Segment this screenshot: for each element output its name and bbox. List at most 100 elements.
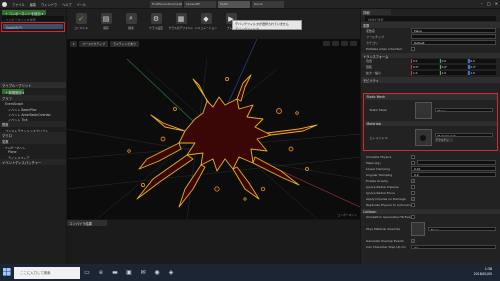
simulate-button[interactable]: ◆ シミュレーション [194, 11, 218, 37]
phys-material-thumbnail[interactable] [411, 222, 425, 236]
details-search-input[interactable]: 詳細を検索 [365, 16, 496, 21]
tab-decal[interactable]: Decal [252, 1, 284, 8]
rotation-x-field[interactable]: 0.0° [411, 64, 439, 70]
find-label: 検索 [128, 26, 134, 30]
simulate-physics-checkbox[interactable] [411, 154, 415, 159]
apply-impulse-checkbox[interactable]: ✓ [411, 196, 415, 201]
category-field[interactable]: Default [411, 40, 496, 45]
static-mesh-dropdown[interactable]: Plane [434, 107, 493, 113]
close-icon[interactable]: ✕ [495, 1, 498, 6]
add-new-button[interactable]: + 新規追加 ▾ [2, 89, 24, 95]
material-thumbnail[interactable] [414, 129, 432, 146]
collision-label: Phys Material Override [366, 227, 401, 231]
tab-spawn-bp[interactable]: SpawnBP [184, 1, 216, 8]
component-search-input[interactable]: コンポーネントを検索 [2, 16, 64, 21]
menu-file[interactable]: ファイル [12, 2, 25, 7]
tab-splat[interactable]: Splat [218, 1, 250, 8]
snap-button[interactable] [350, 41, 357, 46]
toolbar: ✓ コンパイル ▤ 保存 ⌕ 検索 ⚙ クラス設定 ▦ クラスのデフォルト ◆ シミュレーシ… [67, 9, 360, 39]
material-sub-button[interactable]: テクスチャ [434, 138, 453, 143]
editable-checkbox[interactable] [411, 46, 415, 51]
windows-start-icon[interactable] [3, 268, 11, 276]
store-icon[interactable]: ▣ [122, 266, 136, 280]
phys-material-dropdown[interactable]: None [428, 226, 496, 232]
material-row: エレメント 0 M_Splat_Inst テクスチャ [365, 126, 497, 149]
physics-label: Simulate Physics [366, 154, 392, 159]
tooltip-field[interactable] [411, 34, 496, 39]
rotation-z-field[interactable]: 0.0° [468, 64, 497, 70]
ignore-radial-force-checkbox[interactable] [411, 190, 415, 195]
component-item-self[interactable]: Splat(自己) [3, 24, 63, 29]
taskbar-clock[interactable]: 1:38 2018/01/05 [474, 267, 492, 277]
debug-filter-dropdown[interactable]: デバッグフィルタが選択されていません デバッグフィルタ [232, 20, 302, 31]
hit-events-checkbox[interactable] [411, 215, 415, 219]
viewport[interactable]: ▾ パースペクティブ ライティングあり コンポーネント [67, 39, 360, 219]
defaults-icon: ▦ [175, 13, 187, 24]
menu-edit[interactable]: 編集 [30, 2, 36, 7]
scale-y-field[interactable]: 1.0 [439, 70, 468, 76]
mass-checkbox[interactable] [411, 160, 415, 165]
class-defaults-button[interactable]: ▦ クラスのデフォルト [168, 11, 194, 37]
step-up-dropdown[interactable]: Yes [411, 244, 496, 250]
mass-field[interactable] [417, 160, 496, 165]
variable-name-field[interactable]: Plane [411, 28, 496, 33]
enable-gravity-checkbox[interactable]: ✓ [411, 178, 415, 183]
snap-button[interactable] [323, 41, 330, 46]
angular-damping-field[interactable]: 0.0 [411, 172, 496, 177]
overlap-events-checkbox[interactable]: ✓ [411, 239, 415, 243]
linear-damping-field[interactable]: 0.01 [411, 166, 496, 171]
find-button[interactable]: ⌕ 検索 [119, 11, 143, 37]
mail-icon[interactable]: ✉ [136, 266, 150, 280]
menu-help[interactable]: ヘルプ [62, 2, 72, 7]
snap-button[interactable] [341, 41, 348, 46]
compile-label: コンパイル [74, 26, 88, 30]
debug-filter-label: デバッグフィルタ [235, 27, 259, 31]
menu-window[interactable]: ウィンドウ [41, 2, 57, 7]
details-header[interactable]: 詳細 [361, 9, 391, 15]
mesh-thumbnail[interactable] [414, 101, 432, 119]
simulate-label: シミュレーション [194, 26, 218, 30]
static-mesh-label: Static Mesh [369, 108, 387, 112]
component-tree-space [0, 33, 66, 82]
ue-logo-icon[interactable] [2, 1, 7, 7]
physics-label: Mass (kg) [366, 160, 381, 165]
rotation-y-field[interactable]: 0.0° [439, 64, 468, 70]
collision-row: Can Character Step Up On Yes [361, 244, 500, 250]
physics-label: Angular Damping [366, 172, 393, 177]
edge-icon[interactable]: e [94, 266, 108, 280]
clock-date: 2018/01/05 [473, 272, 492, 276]
save-button[interactable]: ▤ 保存 [94, 11, 118, 37]
tab-first-person-map[interactable]: FirstPersonExampleMap [150, 1, 182, 8]
ignore-radial-impulse-checkbox[interactable] [411, 184, 415, 189]
location-z-field[interactable]: 0.0 [468, 58, 497, 64]
add-component-button[interactable]: + コンポーネントを追加 ▾ [2, 10, 46, 16]
compile-button[interactable]: ✓ コンパイル [69, 11, 93, 37]
location-y-field[interactable]: 0.0 [439, 58, 468, 64]
class-settings-button[interactable]: ⚙ クラス設定 [144, 11, 168, 37]
viewport-scene [67, 39, 360, 219]
splat-thumb-icon [420, 134, 426, 141]
minimize-icon[interactable]: – [481, 1, 483, 6]
lighting-button[interactable]: ライティングあり [110, 41, 139, 47]
viewport-tools: ▾ パースペクティブ ライティングあり [70, 41, 139, 47]
scale-label: 拡大・縮小 [366, 71, 382, 75]
folder-icon[interactable]: ▬ [108, 266, 122, 280]
search-icon: ⌕ [125, 13, 137, 24]
perspective-button[interactable]: パースペクティブ [79, 41, 109, 47]
menu-tools[interactable]: ツール [77, 2, 87, 7]
physics-label: Enable Gravity [366, 178, 389, 183]
compiler-results-tab[interactable]: コンパイラ結果 [67, 220, 107, 226]
app-icon[interactable]: ◈ [164, 266, 178, 280]
scale-x-field[interactable]: 1.0 [411, 70, 439, 76]
location-x-field[interactable]: 0.0 [411, 58, 439, 64]
scale-z-field[interactable]: 1.0 [468, 70, 497, 76]
material-dropdown[interactable]: M_Splat_Inst [434, 132, 493, 138]
maximize-icon[interactable]: □ [487, 1, 491, 6]
unreal-icon[interactable]: ◉ [150, 266, 164, 280]
snap-button[interactable] [332, 41, 339, 46]
task-view-icon[interactable]: ▭ [80, 266, 94, 280]
taskbar-search-input[interactable]: ここに入力して検索 [14, 266, 80, 279]
replicate-physics-checkbox[interactable] [411, 202, 415, 207]
viewport-options-button[interactable]: ▾ [70, 41, 78, 47]
event-dispatchers-header[interactable]: イベントディスパッチャー [0, 159, 66, 165]
